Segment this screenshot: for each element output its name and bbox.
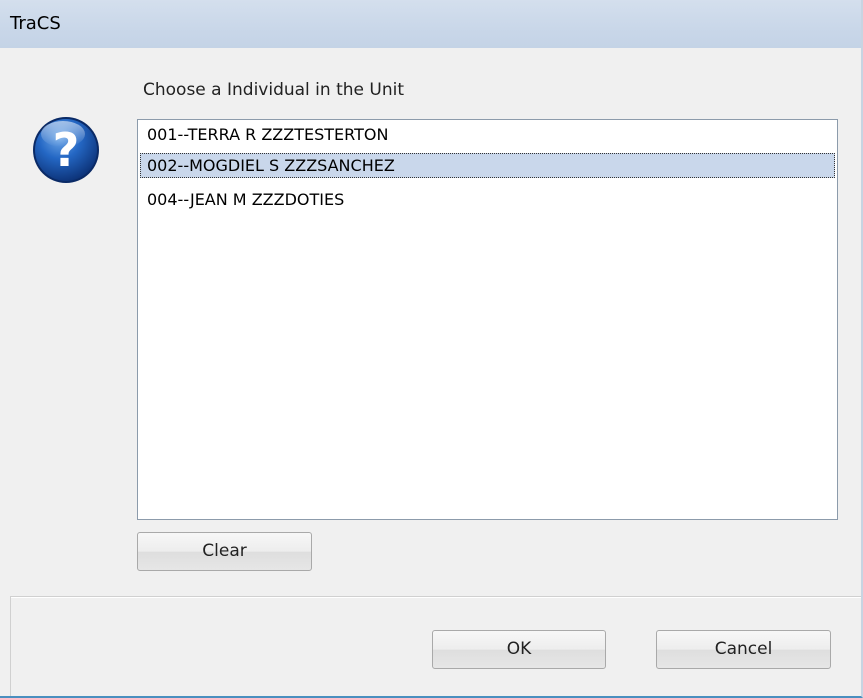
dialog-window: TraCS Choose a Individual in the Unit ? — [0, 0, 863, 698]
list-item-label: 004--JEAN M ZZZDOTIES — [147, 190, 345, 209]
list-item[interactable]: 001--TERRA R ZZZTESTERTON — [140, 122, 835, 147]
individual-listbox[interactable]: 001--TERRA R ZZZTESTERTON 002--MOGDIEL S… — [137, 119, 838, 520]
cancel-button[interactable]: Cancel — [656, 630, 831, 669]
clear-button[interactable]: Clear — [137, 532, 312, 571]
question-icon: ? — [30, 114, 102, 186]
window-title: TraCS — [10, 13, 61, 34]
title-bar[interactable]: TraCS — [0, 0, 861, 48]
list-item-label: 002--MOGDIEL S ZZZSANCHEZ — [147, 156, 395, 175]
list-item-selected[interactable]: 002--MOGDIEL S ZZZSANCHEZ — [140, 153, 835, 178]
list-item-label: 001--TERRA R ZZZTESTERTON — [147, 125, 389, 144]
svg-text:?: ? — [53, 123, 80, 177]
footer-divider — [10, 596, 861, 598]
footer-edge — [10, 597, 11, 696]
prompt-label: Choose a Individual in the Unit — [143, 80, 404, 100]
list-item[interactable]: 004--JEAN M ZZZDOTIES — [140, 187, 835, 212]
ok-button[interactable]: OK — [432, 630, 606, 669]
